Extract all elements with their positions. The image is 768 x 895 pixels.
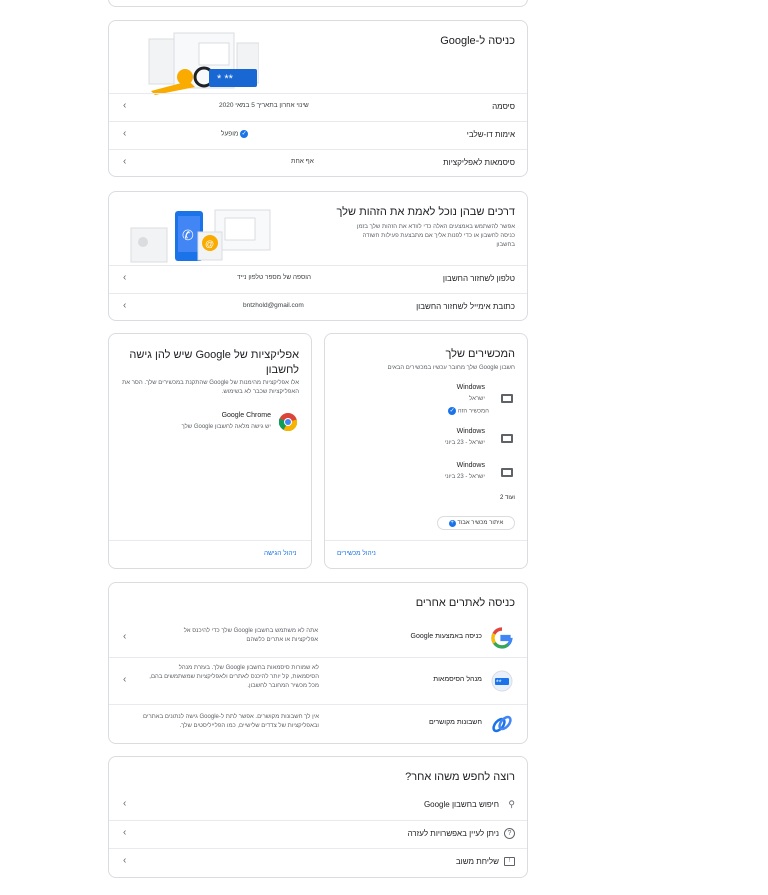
google-g-icon (491, 627, 513, 649)
svg-text:* **: * ** (217, 73, 234, 85)
feedback-label: שליחת משוב (455, 857, 499, 866)
divider (109, 540, 311, 541)
verify-illustration: ✆ @ (130, 209, 271, 263)
chevron-left-icon: ‹ (123, 300, 127, 311)
device-item[interactable]: Windows ישראל - 23 ביוני (325, 426, 515, 456)
recovery-phone-label: טלפון לשחזור החשבון (442, 274, 515, 283)
linked-accounts-row[interactable]: חשבונות מקושרים אין לך חשבונות מקושרים. … (109, 705, 527, 743)
chevron-left-icon: ‹ (123, 631, 127, 642)
check-circle-icon: ✓ (448, 407, 457, 415)
recovery-email-label: כתובת אימייל לשחזור החשבון (416, 302, 515, 311)
search-account-row[interactable]: ⚲ חיפוש בחשבון Google ‹ (109, 792, 527, 820)
apps-title: אפליקציות של Google שיש להן גישה לחשבון (129, 349, 299, 376)
chevron-left-icon: ‹ (123, 827, 127, 838)
signin-illustration: * ** (148, 32, 259, 95)
manage-access-link[interactable]: ניהול הגישה (264, 550, 297, 557)
search-more-title: רוצה לחפש משהו אחר? (405, 771, 515, 783)
device-name: Windows (456, 428, 485, 435)
apps-card: אפליקציות של Google שיש להן גישה לחשבון … (108, 333, 312, 569)
check-circle-icon: ✓ (240, 130, 249, 138)
more-devices: ועוד 2 (500, 495, 515, 501)
row-desc: לא שמורות סיסמאות בחשבון Google שלך. בעז… (149, 665, 319, 689)
search-icon: ⚲ (508, 799, 515, 809)
row-label: חשבונות מקושרים (428, 719, 482, 726)
devices-card: המכשירים שלך חשבון Google שלך מחובר עכשי… (324, 333, 528, 569)
chevron-left-icon: ‹ (123, 128, 127, 139)
two-step-row[interactable]: אימות דו-שלבי ✓ מופעל ‹ (109, 121, 527, 149)
chevron-left-icon: ‹ (123, 156, 127, 167)
device-item[interactable]: Windows ישראל - 23 ביוני (325, 460, 515, 490)
devices-desc: חשבון Google שלך מחובר עכשיו במכשירים הב… (387, 365, 515, 371)
app-access: יש גישה מלאה לחשבון Google שלך (181, 424, 271, 430)
chevron-left-icon: ‹ (123, 674, 127, 685)
device-location: ישראל - 23 ביוני (444, 440, 485, 446)
device-name: Windows (456, 384, 485, 391)
signin-card: כניסה ל-Google * ** סיסמה שינוי אחרון בת… (108, 20, 528, 177)
app-passwords-label: סיסמאות לאפליקציות (443, 158, 515, 167)
recovery-email-value: bntzhold@gmail.com (243, 302, 304, 309)
device-current: המכשיר הזה ✓ (448, 407, 489, 415)
feedback-row[interactable]: ! שליחת משוב ‹ (109, 848, 527, 876)
other-sites-title: כניסה לאתרים אחרים (415, 597, 515, 609)
verify-card: דרכים שבהן נוכל לאמת את הזהות שלך אפשר ל… (108, 191, 528, 321)
two-step-label: אימות דו-שלבי (466, 130, 515, 139)
row-label: מנהל הסיסמאות (433, 676, 482, 683)
recovery-phone-value: הוספה של מספר טלפון נייד (237, 274, 312, 281)
link-icon (492, 715, 512, 733)
svg-text:✆: ✆ (182, 228, 194, 244)
add-circle-icon: + (448, 520, 456, 527)
search-more-card: רוצה לחפש משהו אחר? ⚲ חיפוש בחשבון Googl… (108, 756, 528, 878)
recovery-phone-row[interactable]: טלפון לשחזור החשבון הוספה של מספר טלפון … (109, 265, 527, 293)
device-location: ישראל (469, 396, 485, 402)
chrome-app-item[interactable]: Google Chrome יש גישה מלאה לחשבון Google… (117, 410, 299, 436)
search-account-label: חיפוש בחשבון Google (423, 800, 499, 809)
top-partial-card (108, 0, 528, 7)
two-step-status: מופעל (221, 130, 239, 138)
find-device-label: איתור מכשיר אבוד (457, 520, 504, 526)
recovery-email-row[interactable]: כתובת אימייל לשחזור החשבון bntzhold@gmai… (109, 293, 527, 321)
feedback-icon: ! (504, 857, 515, 866)
row-label: כניסה באמצעות Google (410, 633, 482, 640)
devices-title: המכשירים שלך (445, 348, 515, 360)
row-desc: אתה לא משתמש בחשבון Google שלך כדי להיכנ… (183, 628, 318, 643)
password-row[interactable]: סיסמה שינוי אחרון בתאריך 5 במאי 2020 ‹ (109, 93, 527, 121)
password-value: שינוי אחרון בתאריך 5 במאי 2020 (219, 102, 309, 109)
chrome-icon (279, 413, 297, 431)
current-device-label: המכשיר הזה (457, 408, 489, 415)
help-icon: ? (504, 828, 515, 839)
svg-text:**: ** (496, 680, 502, 687)
signin-with-google-row[interactable]: כניסה באמצעות Google אתה לא משתמש בחשבון… (109, 619, 527, 657)
chevron-left-icon: ‹ (123, 798, 127, 809)
manage-devices-link[interactable]: ניהול מכשירים (337, 550, 376, 557)
verify-desc: אפשר להשתמש באמצעים האלה כדי לוודא את הז… (356, 224, 515, 248)
password-manager-icon: ** (491, 670, 513, 692)
laptop-icon (501, 468, 513, 477)
app-passwords-value: אף אחת (291, 158, 314, 165)
chevron-left-icon: ‹ (123, 100, 127, 111)
svg-text:@: @ (205, 239, 214, 249)
app-name: Google Chrome (221, 412, 271, 419)
signin-title: כניסה ל-Google (440, 35, 515, 47)
chevron-left-icon: ‹ (123, 855, 127, 866)
device-location: ישראל - 23 ביוני (444, 474, 485, 480)
verify-title: דרכים שבהן נוכל לאמת את הזהות שלך (336, 206, 515, 218)
password-label: סיסמה (492, 102, 515, 111)
password-manager-row[interactable]: ** מנהל הסיסמאות לא שמורות סיסמאות בחשבו… (109, 658, 527, 704)
help-options-label: ניתן לעיין באפשרויות לעזרה (407, 829, 499, 838)
two-step-value: ✓ מופעל (221, 130, 249, 138)
device-item[interactable]: Windows ישראל המכשיר הזה ✓ (325, 382, 515, 422)
find-lost-device-button[interactable]: איתור מכשיר אבוד + (437, 516, 515, 530)
apps-desc: אלו אפליקציות מהימנות של Google שהתקנת ב… (122, 380, 299, 395)
help-options-row[interactable]: ? ניתן לעיין באפשרויות לעזרה ‹ (109, 820, 527, 848)
device-name: Windows (456, 462, 485, 469)
row-desc: אין לך חשבונות מקושרים. אפשר לתת ל-Googl… (142, 714, 319, 729)
laptop-icon (501, 394, 513, 403)
app-passwords-row[interactable]: סיסמאות לאפליקציות אף אחת ‹ (109, 149, 527, 177)
divider (325, 540, 527, 541)
chevron-left-icon: ‹ (123, 272, 127, 283)
other-sites-card: כניסה לאתרים אחרים כניסה באמצעות Google … (108, 582, 528, 744)
laptop-icon (501, 434, 513, 443)
